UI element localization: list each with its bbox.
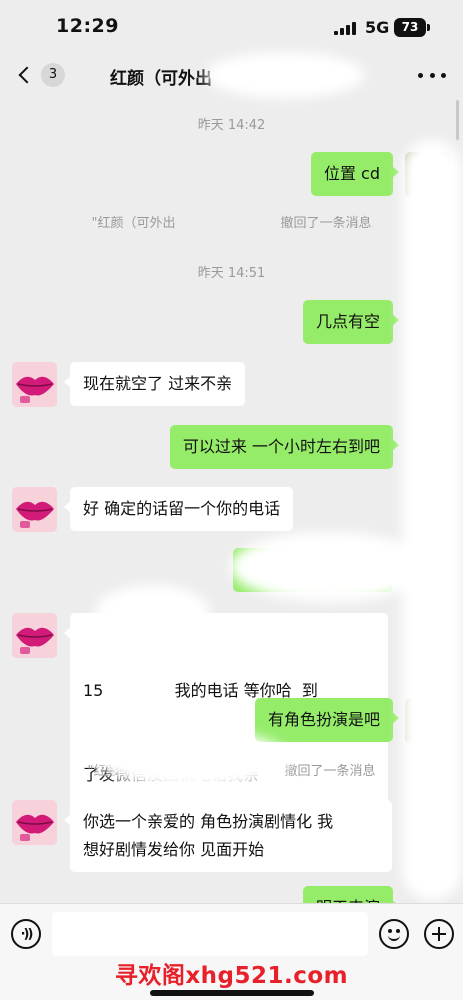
timestamp: 昨天 14:42 (197, 118, 266, 133)
lips-image (12, 487, 57, 532)
status-time: 12:29 (56, 15, 119, 37)
chat-header: 3 红颜（可外出 (0, 50, 463, 100)
lips-image (12, 800, 57, 845)
lips-image (12, 613, 57, 658)
incoming-message[interactable]: 好 确定的话留一个你的电话 (63, 487, 294, 531)
incoming-message[interactable]: 现在就空了 过来不亲 (63, 362, 246, 406)
incoming-message[interactable]: 你选一个亲爱的 角色扮演剧情化 我 想好剧情发给你 见面开始 (64, 800, 392, 872)
contact-avatar[interactable] (12, 362, 57, 407)
chevron-left-icon (18, 66, 36, 84)
redaction-blur (100, 730, 290, 790)
battery-icon: 73 (394, 18, 430, 37)
outgoing-message[interactable]: 位置 cd (310, 152, 400, 196)
timestamp: 昨天 14:51 (197, 266, 266, 281)
more-button[interactable] (418, 62, 446, 88)
message-line: 想好剧情发给你 见面开始 (83, 840, 265, 859)
outgoing-message[interactable]: 明天来演 (302, 886, 400, 903)
recall-notice-suffix: 撤回了一条消息 (284, 764, 376, 779)
status-bar: 12:29 5G 73 (0, 0, 463, 50)
contact-avatar[interactable] (12, 800, 57, 845)
site-watermark: 寻欢阁xhg521.com (114, 963, 349, 989)
unread-badge: 3 (41, 63, 65, 87)
redaction-blur (402, 140, 462, 900)
recall-notice: "红颜（可外出 撤回了一条消息 (0, 212, 463, 231)
chat-title: 红颜（可外出 (110, 69, 212, 89)
input-bar: ·)) 寻欢阁xhg521.com (0, 903, 463, 1000)
contact-avatar[interactable] (12, 613, 57, 658)
scrollbar[interactable] (456, 100, 459, 140)
voice-icon: ·)) (20, 926, 34, 942)
message-line: 你选一个亲爱的 角色扮演剧情化 我 (83, 812, 334, 831)
outgoing-message[interactable]: 几点有空 (302, 300, 400, 344)
lips-image (12, 362, 57, 407)
redaction-blur (205, 52, 365, 98)
back-button[interactable]: 3 (12, 59, 65, 91)
recall-notice-suffix: 撤回了一条消息 (280, 216, 372, 231)
signal-icon (334, 22, 356, 35)
home-indicator (150, 990, 314, 996)
redaction-blur (95, 585, 210, 640)
contact-avatar[interactable] (12, 487, 57, 532)
recall-notice-prefix: "红颜（可外出 (91, 216, 176, 231)
more-icon (418, 72, 423, 78)
battery-level: 73 (401, 20, 419, 34)
voice-button[interactable]: ·)) (11, 919, 41, 949)
emoji-button[interactable] (379, 919, 409, 949)
redaction-blur (230, 532, 430, 602)
plus-button[interactable] (424, 919, 454, 949)
message-list[interactable]: 昨天 14:42 位置 cd "红颜（可外出 撤回了一条消息 昨天 14:51 几… (0, 100, 463, 903)
network-type: 5G (365, 18, 390, 37)
message-input[interactable] (52, 912, 368, 956)
outgoing-message[interactable]: 可以过来 一个小时左右到吧 (169, 425, 400, 469)
outgoing-message[interactable]: 有角色扮演是吧 (254, 698, 400, 742)
